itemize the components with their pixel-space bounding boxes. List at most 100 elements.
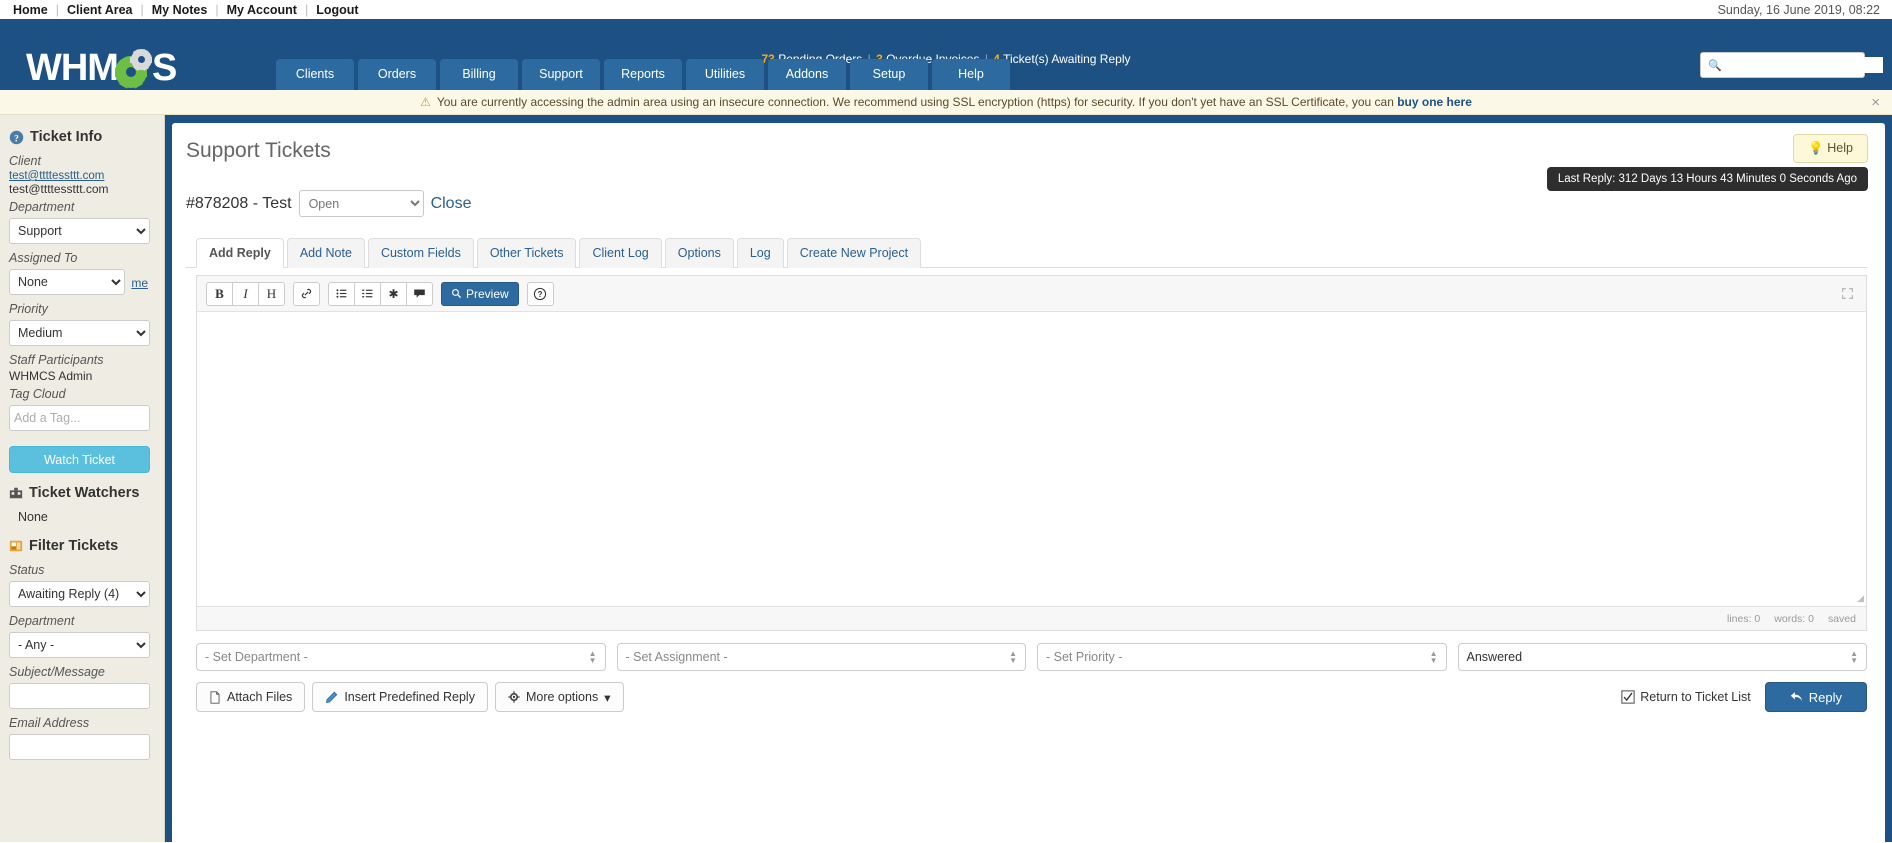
department-select[interactable]: Support bbox=[9, 218, 150, 244]
watch-ticket-button[interactable]: Watch Ticket bbox=[9, 446, 150, 473]
resize-handle-icon[interactable]: ◢ bbox=[1857, 593, 1864, 604]
tab-options[interactable]: Options bbox=[665, 238, 734, 268]
return-to-ticket-list-toggle[interactable]: Return to Ticket List bbox=[1621, 690, 1750, 704]
top-utility-bar: Home | Client Area | My Notes | My Accou… bbox=[0, 0, 1892, 19]
ticket-status-dropdown[interactable]: Open bbox=[299, 190, 424, 217]
checkbox-checked-icon[interactable] bbox=[1621, 690, 1635, 704]
link-group bbox=[293, 282, 320, 306]
topbar-link-my-notes[interactable]: My Notes bbox=[151, 3, 209, 17]
nav-item-reports[interactable]: Reports bbox=[604, 59, 682, 90]
topbar-link-my-account[interactable]: My Account bbox=[226, 3, 298, 17]
help-button[interactable]: 💡 Help bbox=[1793, 134, 1868, 163]
assigned-to-row: None me bbox=[9, 267, 148, 298]
tab-other-tickets[interactable]: Other Tickets bbox=[477, 238, 577, 268]
set-assignment-select[interactable]: - Set Assignment - ▲▼ bbox=[617, 643, 1027, 671]
preview-button[interactable]: Preview bbox=[441, 282, 519, 306]
chevron-down-icon: ▾ bbox=[604, 690, 610, 705]
filter-email-input[interactable] bbox=[9, 734, 150, 760]
department-label: Department bbox=[9, 200, 148, 214]
filter-subject-label: Subject/Message bbox=[9, 665, 148, 679]
attach-files-button[interactable]: Attach Files bbox=[196, 682, 305, 712]
expand-icon[interactable] bbox=[1841, 287, 1854, 300]
awaiting-tickets-label[interactable]: Ticket(s) Awaiting Reply bbox=[1003, 52, 1130, 66]
gear-icon bbox=[508, 691, 520, 703]
priority-select[interactable]: Medium bbox=[9, 320, 150, 346]
main-content: Support Tickets 💡 Help Last Reply: 312 D… bbox=[165, 115, 1892, 842]
insert-predefined-reply-button[interactable]: Insert Predefined Reply bbox=[312, 682, 488, 712]
set-department-select[interactable]: - Set Department - ▲▼ bbox=[196, 643, 606, 671]
ticket-id-title: #878208 - Test bbox=[186, 195, 292, 213]
help-button-label: Help bbox=[1827, 141, 1853, 155]
nav-item-billing[interactable]: Billing bbox=[440, 59, 518, 90]
assign-to-me-link[interactable]: me bbox=[131, 276, 148, 290]
nav-item-support[interactable]: Support bbox=[522, 59, 600, 90]
nav-item-help[interactable]: Help bbox=[932, 59, 1010, 90]
reply-button[interactable]: Reply bbox=[1765, 682, 1867, 712]
search-icon: 🔍 bbox=[1708, 59, 1722, 72]
lines-count: lines: 0 bbox=[1727, 613, 1760, 625]
heading-icon[interactable]: H bbox=[258, 282, 285, 306]
tab-add-reply[interactable]: Add Reply bbox=[196, 238, 284, 268]
client-link[interactable]: test@ttttessttt.com bbox=[9, 170, 148, 182]
more-options-button[interactable]: More options ▾ bbox=[495, 682, 624, 712]
filter-tickets-header: Filter Tickets bbox=[9, 538, 148, 554]
reply-editor: B I H bbox=[196, 275, 1867, 631]
staff-participants-label: Staff Participants bbox=[9, 353, 148, 367]
tab-add-note[interactable]: Add Note bbox=[287, 238, 365, 268]
nav-item-clients[interactable]: Clients bbox=[276, 59, 354, 90]
editor-toolbar: B I H bbox=[197, 276, 1866, 312]
code-icon[interactable]: ✱ bbox=[380, 282, 407, 306]
ticket-info-header: ? Ticket Info bbox=[9, 129, 148, 145]
whmcs-logo[interactable]: WHM S bbox=[26, 49, 176, 87]
magnifier-icon bbox=[451, 288, 462, 299]
info-circle-icon: ? bbox=[9, 130, 24, 145]
spinner-arrows-icon: ▲▼ bbox=[589, 650, 597, 664]
ssl-warning-banner: ⚠ You are currently accessing the admin … bbox=[0, 90, 1892, 115]
words-count: words: 0 bbox=[1774, 613, 1814, 625]
editor-textarea[interactable]: ◢ bbox=[197, 312, 1866, 606]
buy-ssl-link[interactable]: buy one here bbox=[1397, 95, 1472, 109]
close-ticket-link[interactable]: Close bbox=[431, 195, 472, 213]
ticket-status-after-reply-value: Answered bbox=[1467, 650, 1523, 664]
unordered-list-icon[interactable] bbox=[328, 282, 355, 306]
editor-help-icon[interactable]: ? bbox=[527, 282, 554, 306]
ticket-watchers-title: Ticket Watchers bbox=[29, 485, 139, 501]
sidebar: ? Ticket Info Client test@ttttessttt.com… bbox=[0, 115, 165, 842]
link-icon[interactable] bbox=[293, 282, 320, 306]
global-search[interactable]: 🔍 bbox=[1700, 52, 1865, 78]
bold-icon[interactable]: B bbox=[206, 282, 233, 306]
topbar-link-client-area[interactable]: Client Area bbox=[66, 3, 134, 17]
priority-label: Priority bbox=[9, 302, 148, 316]
ticket-status-after-reply-select[interactable]: Answered ▲▼ bbox=[1458, 643, 1868, 671]
topbar-link-logout[interactable]: Logout bbox=[315, 3, 359, 17]
spinner-arrows-icon: ▲▼ bbox=[1850, 650, 1858, 664]
assigned-to-select[interactable]: None bbox=[9, 269, 125, 295]
spinner-arrows-icon: ▲▼ bbox=[1009, 650, 1017, 664]
filter-subject-input[interactable] bbox=[9, 683, 150, 709]
italic-icon[interactable]: I bbox=[232, 282, 259, 306]
quote-icon[interactable] bbox=[406, 282, 433, 306]
nav-item-addons[interactable]: Addons bbox=[768, 59, 846, 90]
tag-input[interactable] bbox=[9, 405, 150, 431]
ticket-info-title: Ticket Info bbox=[30, 129, 102, 145]
pencil-icon bbox=[325, 691, 338, 704]
filter-status-select[interactable]: Awaiting Reply (4) bbox=[9, 581, 150, 607]
tab-create-new-project[interactable]: Create New Project bbox=[787, 238, 921, 268]
lightbulb-icon: 💡 bbox=[1808, 141, 1824, 155]
nav-item-setup[interactable]: Setup bbox=[850, 59, 928, 90]
filter-department-select[interactable]: - Any - bbox=[9, 632, 150, 658]
nav-item-orders[interactable]: Orders bbox=[358, 59, 436, 90]
topbar-divider: | bbox=[134, 3, 151, 17]
tab-custom-fields[interactable]: Custom Fields bbox=[368, 238, 474, 268]
nav-item-utilities[interactable]: Utilities bbox=[686, 59, 764, 90]
tab-client-log[interactable]: Client Log bbox=[579, 238, 661, 268]
ticket-action-selects: - Set Department - ▲▼ - Set Assignment -… bbox=[196, 643, 1867, 671]
search-input[interactable] bbox=[1722, 57, 1883, 73]
close-icon[interactable]: × bbox=[1871, 95, 1880, 110]
reply-button-label: Reply bbox=[1809, 690, 1842, 705]
ordered-list-icon[interactable] bbox=[354, 282, 381, 306]
topbar-link-home[interactable]: Home bbox=[12, 3, 49, 17]
set-department-value: - Set Department - bbox=[205, 650, 308, 664]
tab-log[interactable]: Log bbox=[737, 238, 784, 268]
set-priority-select[interactable]: - Set Priority - ▲▼ bbox=[1037, 643, 1447, 671]
